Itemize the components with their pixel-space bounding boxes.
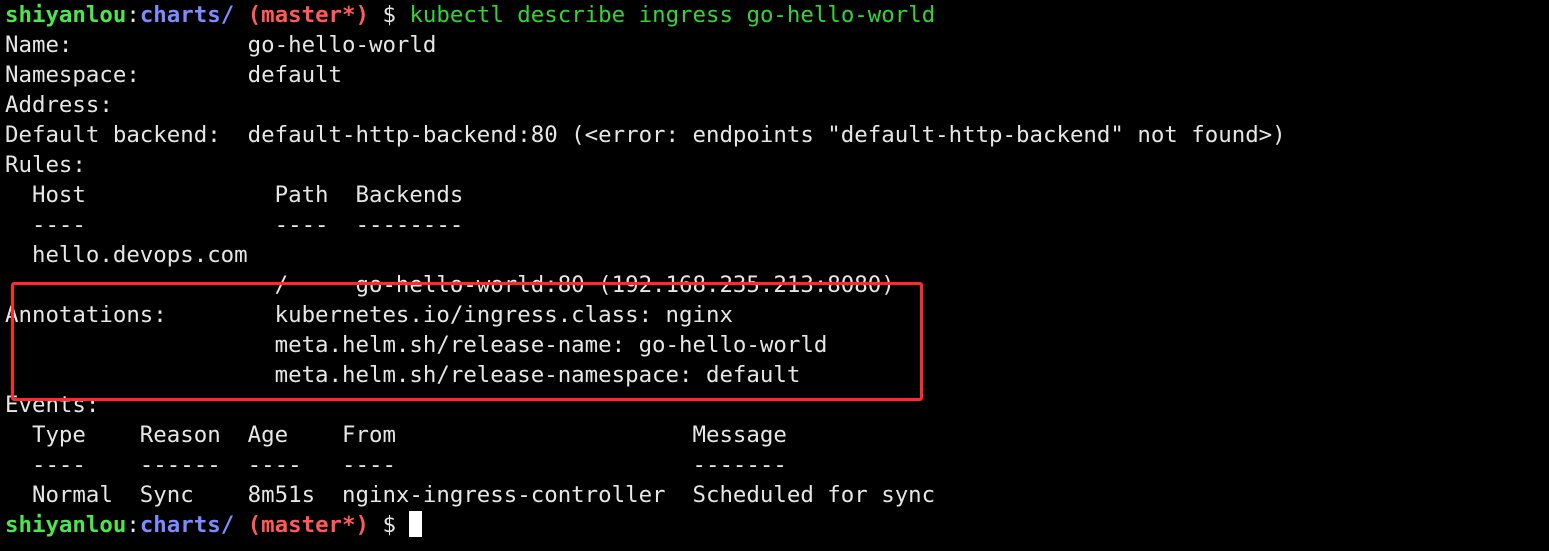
prompt-line[interactable]: shiyanlou:charts/ (master*) $	[5, 510, 1545, 540]
output-line: Namespace: default	[5, 62, 343, 88]
output-line: Annotations: kubernetes.io/ingress.class…	[5, 302, 733, 328]
prompt-dir: charts/	[139, 2, 235, 28]
output-line: Events:	[5, 392, 100, 418]
output-line: Host Path Backends	[5, 182, 464, 208]
output-line: ---- ---- --------	[5, 212, 464, 238]
output-line: Name: go-hello-world	[5, 32, 437, 58]
prompt-user: shiyanlou	[5, 512, 127, 538]
output-line: ---- ------ ---- ---- -------	[5, 452, 787, 478]
output-line: meta.helm.sh/release-name: go-hello-worl…	[5, 332, 828, 358]
output-line: Rules:	[5, 152, 86, 178]
command-text: kubectl describe ingress go-hello-world	[409, 2, 936, 28]
terminal-window[interactable]: shiyanlou:charts/ (master*) $ kubectl de…	[5, 0, 1545, 551]
output-line: Address:	[5, 92, 113, 118]
text-cursor[interactable]	[409, 511, 423, 537]
prompt-branch: (master*)	[247, 512, 369, 538]
output-line: Type Reason Age From Message	[5, 422, 787, 448]
prompt-separator: :	[126, 2, 140, 28]
output-line: Default backend: default-http-backend:80…	[5, 122, 1286, 148]
prompt-user: shiyanlou	[5, 2, 127, 28]
prompt-dir: charts/	[139, 512, 235, 538]
prompt-branch: (master*)	[247, 2, 369, 28]
prompt-separator: :	[126, 512, 140, 538]
output-line: hello.devops.com	[5, 242, 248, 268]
prompt-dollar: $	[382, 2, 396, 28]
output-line: / go-hello-world:80 (192.168.235.213:808…	[5, 272, 895, 298]
output-line: Normal Sync 8m51s nginx-ingress-controll…	[5, 482, 936, 508]
prompt-line: shiyanlou:charts/ (master*) $ kubectl de…	[5, 0, 1545, 30]
prompt-dollar: $	[382, 512, 396, 538]
output-line: meta.helm.sh/release-namespace: default	[5, 362, 801, 388]
